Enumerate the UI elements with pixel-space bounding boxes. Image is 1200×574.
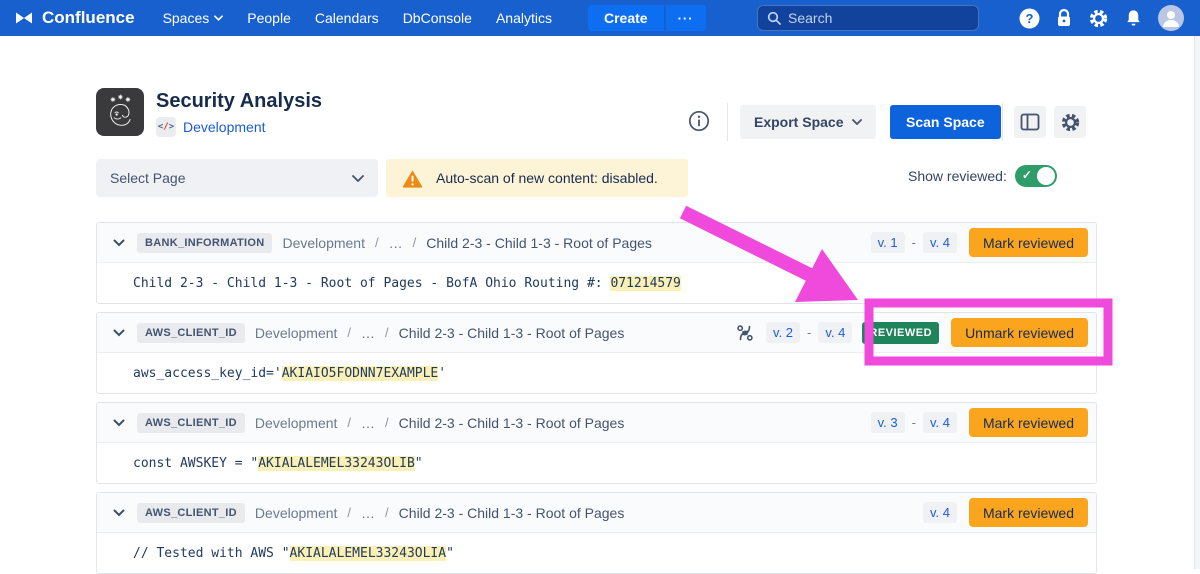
collapse-chevron-icon[interactable] <box>111 507 127 519</box>
warning-text: Auto-scan of new content: disabled. <box>436 170 658 186</box>
chevron-down-icon <box>352 175 364 182</box>
highlighted-secret: 071214579 <box>610 276 680 291</box>
nav-dbconsole[interactable]: DbConsole <box>403 10 472 26</box>
finding-code-snippet: // Tested with AWS "AKIALALEMEL33243OLIA… <box>97 533 1096 573</box>
breadcrumb-space[interactable]: Development <box>255 505 338 521</box>
finding-header: AWS_CLIENT_ID Development / … / Child 2-… <box>97 493 1096 533</box>
finding-card-aws-client-id-3: AWS_CLIENT_ID Development / … / Child 2-… <box>96 492 1097 574</box>
confluence-logo[interactable]: Confluence <box>14 8 135 28</box>
autoscan-warning-banner: Auto-scan of new content: disabled. <box>386 159 688 197</box>
highlighted-secret: AKIAIO5FODNN7EXAMPLE <box>282 366 439 381</box>
avatar[interactable] <box>1158 5 1184 31</box>
bell-icon[interactable] <box>1124 8 1143 28</box>
breadcrumb-page[interactable]: Child 2-3 - Child 1-3 - Root of Pages <box>399 505 625 521</box>
scan-space-button[interactable]: Scan Space <box>890 105 1001 139</box>
finding-card-aws-client-id-2: AWS_CLIENT_ID Development / … / Child 2-… <box>96 402 1097 484</box>
breadcrumb-ellipsis[interactable]: … <box>389 235 403 251</box>
breadcrumb-page[interactable]: Child 2-3 - Child 1-3 - Root of Pages <box>426 235 652 251</box>
version-to-link[interactable]: v. 4 <box>818 322 852 343</box>
nav-spaces[interactable]: Spaces <box>163 10 224 26</box>
compare-versions-icon[interactable] <box>735 323 755 343</box>
finding-header: BANK_INFORMATION Development / … / Child… <box>97 223 1096 263</box>
select-page-dropdown[interactable]: Select Page <box>96 159 378 197</box>
finding-type-badge: AWS_CLIENT_ID <box>137 323 245 343</box>
svg-text:?: ? <box>1026 11 1034 26</box>
finding-type-badge: AWS_CLIENT_ID <box>137 413 245 433</box>
breadcrumb-space[interactable]: Development <box>255 415 338 431</box>
window-edge <box>1194 36 1200 569</box>
collapse-chevron-icon[interactable] <box>111 417 127 429</box>
unmark-reviewed-button[interactable]: Unmark reviewed <box>951 318 1088 347</box>
gear-icon[interactable] <box>1088 8 1109 29</box>
version-from-link[interactable]: v. 3 <box>871 412 905 433</box>
app-logo <box>96 88 144 136</box>
space-breadcrumb: </> Development <box>156 117 266 137</box>
version-to-link[interactable]: v. 4 <box>923 502 957 523</box>
breadcrumb-ellipsis[interactable]: … <box>361 505 375 521</box>
finding-type-badge: BANK_INFORMATION <box>137 233 272 253</box>
export-space-button[interactable]: Export Space <box>740 105 876 139</box>
show-reviewed-label: Show reviewed: <box>908 168 1007 184</box>
show-reviewed-toggle[interactable]: ✓ <box>1015 165 1057 187</box>
create-button-group: Create ··· <box>588 5 706 31</box>
highlighted-secret: AKIALALEMEL33243OLIB <box>258 456 415 471</box>
create-more-button[interactable]: ··· <box>666 5 706 31</box>
stars <box>111 95 130 102</box>
top-navbar: Confluence Spaces People Calendars DbCon… <box>0 0 1200 36</box>
finding-code-snippet: aws_access_key_id='AKIAIO5FODNN7EXAMPLE' <box>97 353 1096 393</box>
space-type-icon: </> <box>156 117 176 137</box>
confluence-logo-icon <box>14 8 34 28</box>
finding-card-aws-client-id-1: AWS_CLIENT_ID Development / … / Child 2-… <box>96 312 1097 394</box>
breadcrumb-space[interactable]: Development <box>282 235 365 251</box>
finding-code-snippet: const AWSKEY = "AKIALALEMEL33243OLIB" <box>97 443 1096 483</box>
header-divider-2 <box>1002 103 1003 141</box>
chevron-down-icon <box>852 119 862 125</box>
page-title: Security Analysis <box>156 90 322 113</box>
mark-reviewed-button[interactable]: Mark reviewed <box>969 408 1088 437</box>
create-button[interactable]: Create <box>588 5 664 31</box>
nav-calendars[interactable]: Calendars <box>315 10 379 26</box>
search-icon <box>767 11 781 25</box>
highlighted-secret: AKIALALEMEL33243OLIA <box>290 546 447 561</box>
mark-reviewed-button[interactable]: Mark reviewed <box>969 498 1088 527</box>
toggle-knob <box>1037 167 1055 185</box>
finding-header: AWS_CLIENT_ID Development / … / Child 2-… <box>97 403 1096 443</box>
security-analysis-logo-icon <box>100 92 140 132</box>
help-icon[interactable]: ? <box>1019 8 1040 29</box>
finding-code-snippet: Child 2-3 - Child 1-3 - Root of Pages - … <box>97 263 1096 303</box>
finding-header: AWS_CLIENT_ID Development / … / Child 2-… <box>97 313 1096 353</box>
navbar-icons: ? <box>1019 5 1184 31</box>
header-divider <box>727 103 728 141</box>
panel-layout-icon[interactable] <box>1014 106 1046 138</box>
mark-reviewed-button[interactable]: Mark reviewed <box>969 228 1088 257</box>
nav-people[interactable]: People <box>247 10 291 26</box>
settings-gear-icon[interactable] <box>1054 106 1086 138</box>
version-from-link[interactable]: v. 1 <box>871 232 905 253</box>
nav-analytics[interactable]: Analytics <box>496 10 552 26</box>
collapse-chevron-icon[interactable] <box>111 237 127 249</box>
show-reviewed-control: Show reviewed: ✓ <box>908 165 1057 187</box>
breadcrumb-page[interactable]: Child 2-3 - Child 1-3 - Root of Pages <box>399 415 625 431</box>
chevron-down-icon <box>214 15 223 21</box>
breadcrumb-page[interactable]: Child 2-3 - Child 1-3 - Root of Pages <box>399 325 625 341</box>
version-to-link[interactable]: v. 4 <box>923 412 957 433</box>
breadcrumb-ellipsis[interactable]: … <box>361 325 375 341</box>
check-icon: ✓ <box>1022 168 1032 182</box>
breadcrumb-ellipsis[interactable]: … <box>361 415 375 431</box>
brand-name: Confluence <box>42 8 135 28</box>
space-link[interactable]: Development <box>183 119 266 135</box>
breadcrumb-space[interactable]: Development <box>255 325 338 341</box>
collapse-chevron-icon[interactable] <box>111 327 127 339</box>
version-from-link[interactable]: v. 2 <box>766 322 800 343</box>
search-box[interactable] <box>757 5 979 31</box>
version-to-link[interactable]: v. 4 <box>923 232 957 253</box>
info-icon[interactable] <box>688 110 710 132</box>
reviewed-status-badge: REVIEWED <box>862 322 939 344</box>
finding-card-bank-information: BANK_INFORMATION Development / … / Child… <box>96 222 1097 304</box>
lock-icon[interactable] <box>1055 8 1073 28</box>
finding-type-badge: AWS_CLIENT_ID <box>137 503 245 523</box>
search-input[interactable] <box>788 10 969 26</box>
warning-icon <box>402 169 423 188</box>
